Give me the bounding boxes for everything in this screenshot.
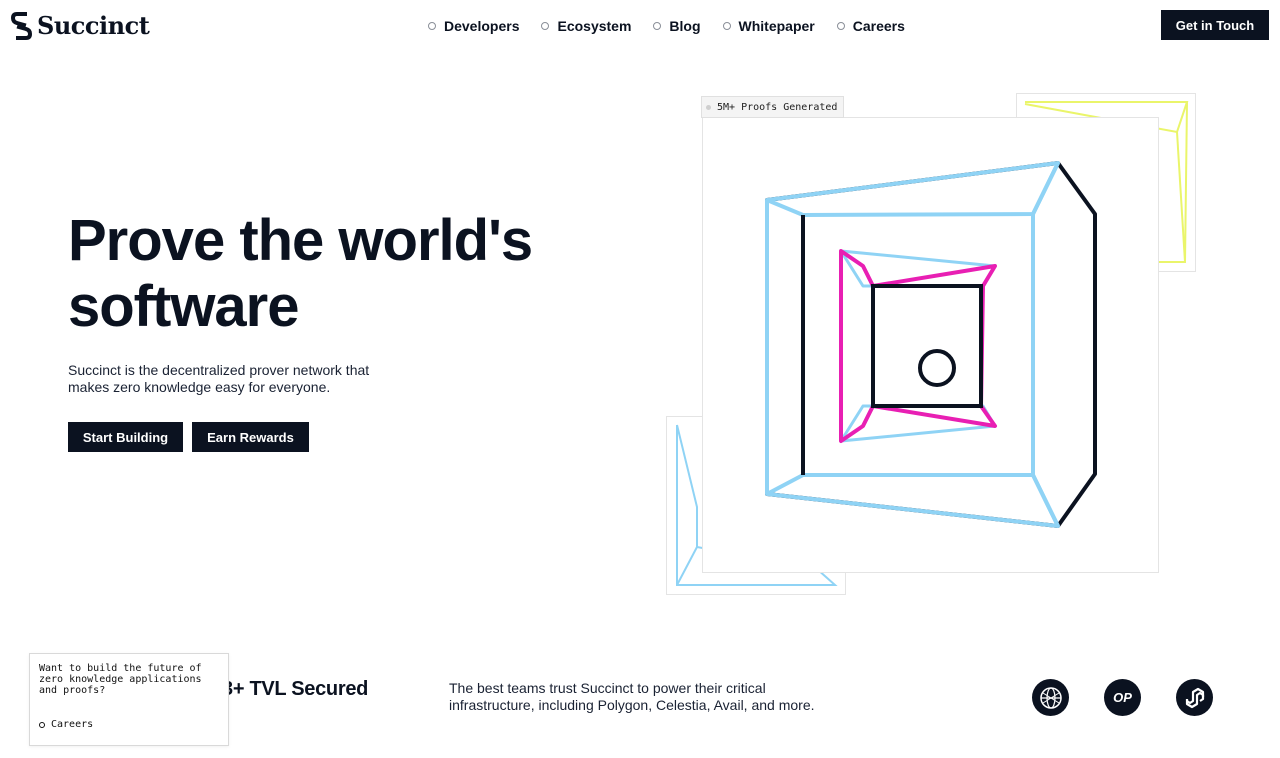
partner-logo-polygon bbox=[1176, 679, 1213, 716]
popup-message: Want to build the future of zero knowled… bbox=[39, 663, 202, 696]
polygon-icon bbox=[1185, 687, 1204, 708]
brand-name: Succinct bbox=[37, 11, 150, 40]
nav-ecosystem[interactable]: Ecosystem bbox=[541, 18, 631, 34]
bullet-icon bbox=[39, 721, 45, 728]
earn-rewards-button[interactable]: Earn Rewards bbox=[192, 422, 309, 452]
badge-label: 5M+ Proofs Generated bbox=[717, 101, 838, 113]
nav-label: Careers bbox=[852, 18, 905, 34]
nav-blog[interactable]: Blog bbox=[653, 18, 701, 34]
illustration-card-main bbox=[702, 117, 1159, 573]
get-in-touch-button[interactable]: Get in Touch bbox=[1161, 10, 1269, 40]
nav-developers[interactable]: Developers bbox=[428, 18, 519, 34]
prover-cube-graphic bbox=[765, 161, 1097, 528]
trust-statement: The best teams trust Succinct to power t… bbox=[449, 680, 815, 713]
status-dot-icon bbox=[706, 104, 711, 110]
proofs-generated-badge: 5M+ Proofs Generated bbox=[701, 96, 845, 118]
nav-bullet-icon bbox=[836, 22, 845, 30]
nav-label: Whitepaper bbox=[738, 18, 815, 34]
hero-title: Prove the world's software bbox=[68, 208, 533, 339]
nav-bullet-icon bbox=[653, 22, 662, 30]
hero-subtitle: Succinct is the decentralized prover net… bbox=[68, 362, 370, 395]
start-building-button[interactable]: Start Building bbox=[68, 422, 183, 452]
nav-label: Ecosystem bbox=[557, 18, 632, 34]
popup-link-label: Careers bbox=[51, 719, 94, 730]
partner-logo-op: OP bbox=[1104, 679, 1141, 716]
globe-icon bbox=[1039, 686, 1062, 709]
nav-whitepaper[interactable]: Whitepaper bbox=[722, 18, 815, 34]
succinct-logo-icon bbox=[11, 11, 33, 40]
nav-bullet-icon bbox=[722, 22, 731, 30]
nav-bullet-icon bbox=[428, 22, 436, 30]
main-nav: Developers Ecosystem Blog Whitepaper Car… bbox=[428, 18, 905, 34]
brand-logo[interactable]: Succinct bbox=[11, 11, 150, 40]
popup-careers-link[interactable]: Careers bbox=[39, 719, 93, 730]
partner-logo-globe bbox=[1032, 679, 1069, 716]
nav-bullet-icon bbox=[541, 22, 550, 30]
nav-careers[interactable]: Careers bbox=[836, 18, 905, 34]
careers-popup: Want to build the future of zero knowled… bbox=[29, 653, 229, 746]
tvl-secured-stat: 3+ TVL Secured bbox=[222, 678, 369, 700]
nav-label: Developers bbox=[444, 18, 520, 34]
nav-label: Blog bbox=[669, 18, 701, 34]
